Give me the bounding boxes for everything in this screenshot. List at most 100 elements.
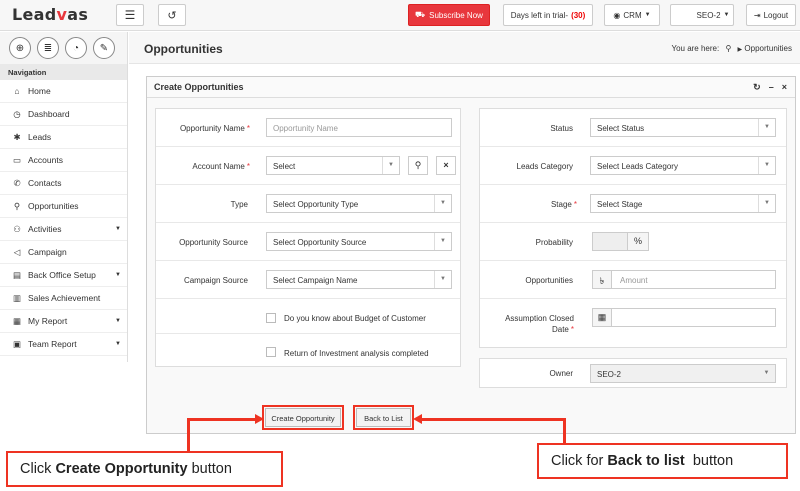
campaign-icon: ◁ [13,246,21,257]
closed-date-input[interactable] [611,308,776,327]
dashboard-icon: ◷ [13,108,21,119]
chevron-down-icon: ▼ [758,157,775,174]
avatar [675,7,693,23]
opportunity-source-select[interactable]: Select Opportunity Source ▼ [266,232,452,251]
sidebar-item-label: Dashboard [28,109,70,119]
sidebar-item-back-office-setup[interactable]: ▤ Back Office Setup ▼ [0,264,127,287]
status-select[interactable]: Select Status ▼ [590,118,776,137]
budget-checkbox-label: Do you know about Budget of Customer [284,314,426,323]
cart-icon: ⛟ [415,10,426,19]
caret-down-icon: ▼ [115,272,121,278]
form-row: Opportunity Name * Opportunity Name [156,109,460,147]
search-icon[interactable]: ⚲ [408,156,428,175]
caret-down-icon: ▼ [115,318,121,324]
form-row: Opportunities ৳ Amount [480,261,786,299]
achievement-icon: ▥ [12,292,22,303]
sidebar-item-campaign[interactable]: ◁ Campaign [0,241,127,264]
leads-category-select[interactable]: Select Leads Category ▼ [590,156,776,175]
caret-down-icon: ▼ [723,12,730,18]
pie-chart-icon[interactable]: ◔ [65,37,87,59]
sidebar-item-label: Leads [28,132,52,142]
budget-checkbox[interactable] [266,313,276,323]
subscribe-button[interactable]: ⛟ Subscribe Now [408,4,490,26]
type-select[interactable]: Select Opportunity Type ▼ [266,194,452,213]
chevron-down-icon: ▼ [758,195,775,212]
clear-icon[interactable]: × [436,156,456,175]
chevron-down-icon: ▼ [434,271,451,288]
account-name-label: Account Name * [192,162,250,171]
pencil-icon[interactable]: ✎ [93,37,115,59]
sidebar: Navigation ⌂ Home ◷ Dashboard ✱ Leads ▭ Account… [0,64,128,362]
form-row: Do you know about Budget of Customer [156,299,460,334]
probability-input[interactable] [592,232,628,251]
sidebar-item-home[interactable]: ⌂ Home [0,80,127,103]
chevron-down-icon: ▼ [763,370,770,376]
campaign-source-select[interactable]: Select Campaign Name ▼ [266,270,452,289]
account-name-select[interactable]: Select ▼ [266,156,400,175]
stage-select[interactable]: Select Stage ▼ [590,194,776,213]
logout-button[interactable]: ⇥ Logout [746,4,796,26]
brand-logo[interactable]: Leadvas [12,5,88,24]
status-label: Status [550,124,573,133]
amount-input[interactable]: Amount [611,270,776,289]
hamburger-icon[interactable]: ☰ [116,4,144,26]
sidebar-item-activities[interactable]: ⚇ Activities ▼ [0,218,127,241]
form-row: Type Select Opportunity Type ▼ [156,185,460,223]
owner-section: Owner SEO-2 ▼ [479,358,787,388]
back-to-list-button[interactable]: Back to List [353,405,414,430]
lifebuoy-icon[interactable]: ⊕ [9,37,31,59]
close-icon[interactable]: × [782,82,787,93]
database-icon[interactable]: ≣ [37,37,59,59]
sidebar-item-sales-achievement[interactable]: ▥ Sales Achievement [0,287,127,310]
sidebar-item-label: Back Office Setup [28,270,96,280]
annotation-line [187,418,190,452]
form-row: Campaign Source Select Campaign Name ▼ [156,261,460,299]
home-icon: ⌂ [14,86,20,96]
trial-days-badge: Days left in trial- (30) [503,4,593,26]
panel-header: Create Opportunities ↻ – × [147,77,795,98]
history-icon[interactable]: ↺ [158,4,186,26]
annotation-line [187,418,259,421]
opportunity-name-input[interactable]: Opportunity Name [266,118,452,137]
logout-icon: ⇥ [753,10,761,20]
opportunities-icon: ⚲ [13,200,21,211]
leads-icon: ✱ [13,131,21,142]
sidebar-item-leads[interactable]: ✱ Leads [0,126,127,149]
right-form-section: Status Select Status ▼ Leads Category Sel… [479,108,787,348]
closed-date-label: Assumption Closed Date * [505,314,574,334]
sidebar-item-team-report[interactable]: ▣ Team Report ▼ [0,333,127,356]
percent-addon: % [627,232,649,251]
form-row: Status Select Status ▼ [480,109,786,147]
chevron-right-icon: ▶ [737,47,743,53]
minimize-icon[interactable]: – [769,82,774,93]
sidebar-item-label: Contacts [28,178,62,188]
report-icon: ▦ [12,315,22,326]
sidebar-item-accounts[interactable]: ▭ Accounts [0,149,127,172]
create-opportunity-button[interactable]: Create Opportunity [262,405,344,430]
breadcrumb-link[interactable]: Opportunities [744,44,792,53]
crm-dropdown[interactable]: ◉ CRM ▼ [604,4,660,26]
user-menu[interactable]: SEO-2 ▼ [670,4,734,26]
calendar-icon[interactable]: ▦ [592,308,612,327]
form-row: Return of Investment analysis completed [156,334,460,367]
campaign-source-label: Campaign Source [183,276,248,285]
type-label: Type [230,200,248,209]
team-report-icon: ▣ [12,338,22,349]
sidebar-item-my-report[interactable]: ▦ My Report ▼ [0,310,127,333]
sidebar-item-label: Sales Achievement [28,293,101,303]
arrow-head-icon [413,414,422,424]
sidebar-item-dashboard[interactable]: ◷ Dashboard [0,103,127,126]
roi-checkbox[interactable] [266,347,276,357]
refresh-icon[interactable]: ↻ [753,82,761,93]
top-bar: Leadvas ☰ ↺ ⛟ Subscribe Now Days left in … [0,0,800,31]
sidebar-item-label: Activities [28,224,62,234]
chevron-down-icon: ▼ [382,157,399,174]
annotation-line [563,418,566,444]
accounts-icon: ▭ [12,154,22,165]
sidebar-item-opportunities[interactable]: ⚲ Opportunities [0,195,127,218]
caret-down-icon: ▼ [115,341,121,347]
phone-icon: ✆ [13,177,21,188]
sidebar-item-contacts[interactable]: ✆ Contacts [0,172,127,195]
owner-select[interactable]: SEO-2 ▼ [590,364,776,383]
page-title: Opportunities [144,42,223,56]
